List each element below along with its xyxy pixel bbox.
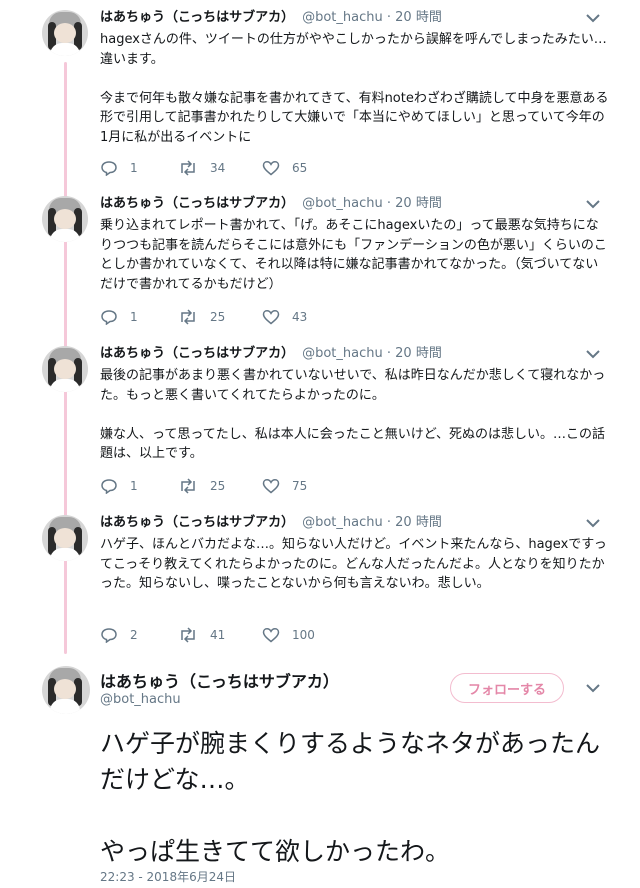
author-handle[interactable]: @bot_hachu [302, 196, 383, 211]
like-icon [262, 160, 280, 176]
reply-count: 2 [130, 628, 138, 642]
tweet-time[interactable]: 20 時間 [395, 346, 442, 361]
avatar[interactable] [42, 666, 90, 714]
reply-icon [100, 478, 118, 494]
reply-count: 1 [130, 310, 138, 324]
author-handle[interactable]: @bot_hachu [100, 692, 181, 707]
reply-icon [100, 627, 118, 643]
avatar[interactable] [42, 196, 88, 242]
retweet-icon [178, 160, 198, 176]
tweet-time[interactable]: 20 時間 [395, 10, 442, 25]
retweet-count: 34 [210, 161, 226, 175]
reply-button[interactable]: 1 [100, 160, 138, 176]
chevron-down-icon[interactable] [584, 10, 602, 26]
retweet-count: 25 [210, 310, 226, 324]
tweet-text: 最後の記事があまり悪く書かれていないせいで、私は昨日なんだか悲しくて寝れなかった… [100, 368, 606, 461]
retweet-count: 25 [210, 479, 226, 493]
reply-button[interactable]: 2 [100, 627, 138, 643]
like-button[interactable]: 43 [262, 309, 307, 325]
reply-icon [100, 160, 118, 176]
author-handle[interactable]: @bot_hachu [302, 346, 383, 361]
tweet-text: hagexさんの件、ツイートの仕方がややこしかったから誤解を呼んでしまったみたい… [100, 32, 609, 145]
author-name[interactable]: はあちゅう（こっちはサブアカ） [100, 196, 294, 211]
tweet-header: はあちゅう（こっちはサブアカ） @bot_hachu · 20 時間 [100, 196, 442, 212]
avatar[interactable] [42, 346, 88, 392]
retweet-button[interactable]: 25 [178, 478, 225, 494]
retweet-button[interactable]: 25 [178, 309, 225, 325]
chevron-down-icon[interactable] [584, 680, 602, 696]
tweet-header: はあちゅう（こっちはサブアカ） @bot_hachu · 20 時間 [100, 515, 442, 531]
follow-button[interactable]: フォローする [450, 673, 564, 703]
avatar[interactable] [42, 515, 88, 561]
retweet-button[interactable]: 41 [178, 627, 225, 643]
tweet-text: 乗り込まれてレポート書かれて、「げ。あそこにhagexいたの」って最悪な気持ちに… [100, 218, 607, 292]
author-name[interactable]: はあちゅう（こっちはサブアカ） [100, 10, 294, 25]
like-count: 75 [292, 479, 308, 493]
tweet-text: ハゲ子、ほんとバカだよな…。知らない人だけど。イベント来たんなら、hagexです… [100, 537, 607, 591]
like-icon [262, 627, 280, 643]
author-name[interactable]: はあちゅう（こっちはサブアカ） [100, 668, 339, 692]
separator-dot: · [386, 346, 392, 361]
retweet-icon [178, 309, 198, 325]
reply-icon [100, 309, 118, 325]
retweet-button[interactable]: 34 [178, 160, 225, 176]
tweet-header: はあちゅう（こっちはサブアカ） @bot_hachu · 20 時間 [100, 10, 442, 26]
retweet-count: 41 [210, 628, 226, 642]
like-count: 65 [292, 161, 308, 175]
tweet-timestamp[interactable]: 22:23 - 2018年6月24日 [100, 868, 236, 885]
reply-button[interactable]: 1 [100, 309, 138, 325]
author-name[interactable]: はあちゅう（こっちはサブアカ） [100, 515, 294, 530]
tweet-header: はあちゅう（こっちはサブアカ） @bot_hachu · 20 時間 [100, 346, 442, 362]
like-count: 43 [292, 310, 308, 324]
like-button[interactable]: 100 [262, 627, 315, 643]
tweet-time[interactable]: 20 時間 [395, 196, 442, 211]
reply-count: 1 [130, 161, 138, 175]
chevron-down-icon[interactable] [584, 346, 602, 362]
author-handle[interactable]: @bot_hachu [302, 515, 383, 530]
like-icon [262, 478, 280, 494]
author-name[interactable]: はあちゅう（こっちはサブアカ） [100, 346, 294, 361]
author-handle[interactable]: @bot_hachu [302, 10, 383, 25]
separator-dot: · [386, 196, 392, 211]
like-icon [262, 309, 280, 325]
reply-button[interactable]: 1 [100, 478, 138, 494]
main-tweet-text: ハゲ子が腕まくりするようなネタがあったんだけどな…。 やっぱ生きてて欲しかったわ… [100, 729, 601, 866]
tweet-time[interactable]: 20 時間 [395, 515, 442, 530]
chevron-down-icon[interactable] [584, 515, 602, 531]
retweet-icon [178, 478, 198, 494]
retweet-icon [178, 627, 198, 643]
like-button[interactable]: 75 [262, 478, 307, 494]
reply-count: 1 [130, 479, 138, 493]
separator-dot: · [386, 10, 392, 25]
chevron-down-icon[interactable] [584, 196, 602, 212]
like-button[interactable]: 65 [262, 160, 307, 176]
separator-dot: · [386, 515, 392, 530]
avatar[interactable] [42, 10, 88, 56]
like-count: 100 [292, 628, 315, 642]
